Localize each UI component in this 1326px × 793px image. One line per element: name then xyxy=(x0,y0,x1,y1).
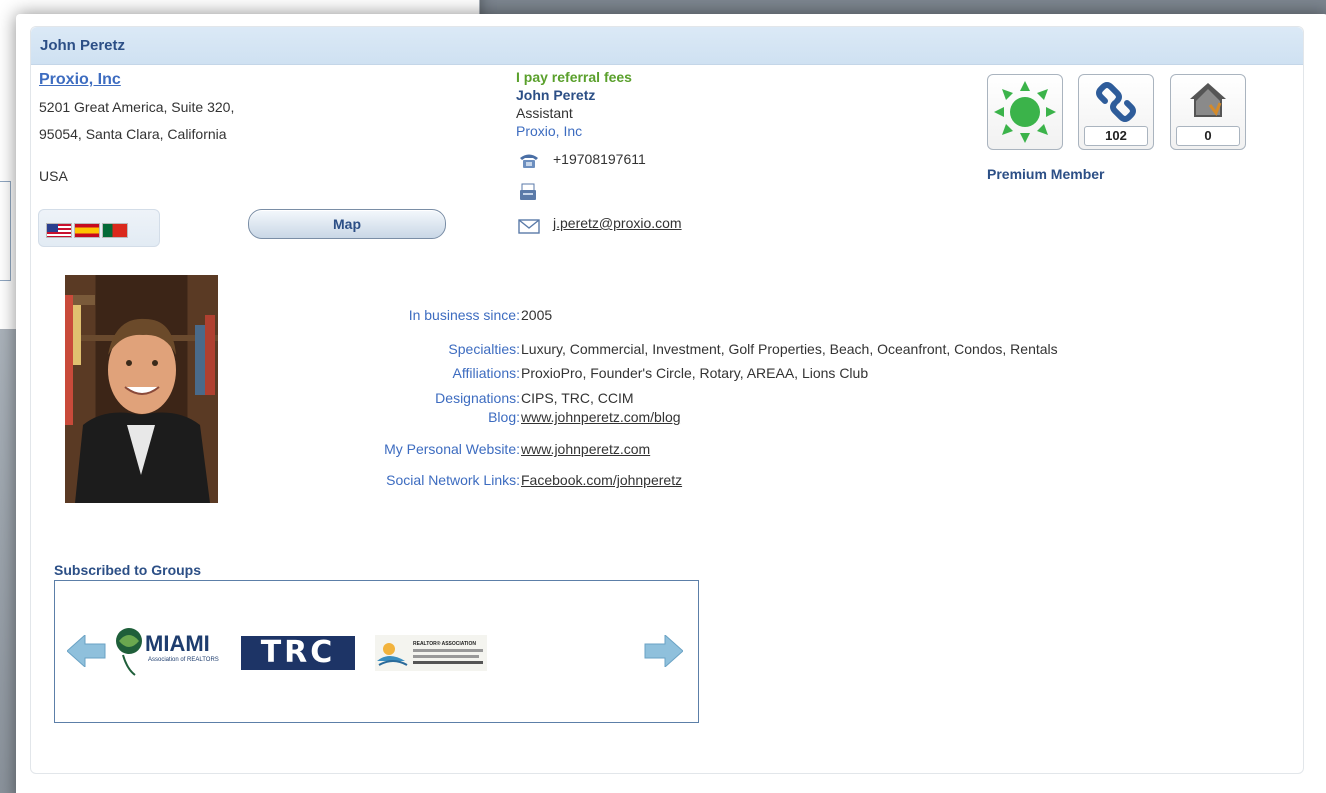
portugal-flag-icon[interactable] xyxy=(102,223,128,238)
address-line-2: 95054, Santa Clara, California xyxy=(39,126,227,142)
connections-count: 102 xyxy=(1084,126,1148,146)
phone-icon xyxy=(520,154,538,168)
profile-photo xyxy=(65,275,218,503)
groups-title: Subscribed to Groups xyxy=(54,562,202,578)
country: USA xyxy=(39,168,68,184)
detail-label-affiliations: Affiliations: xyxy=(452,365,520,381)
detail-value-affiliations: ProxioPro, Founder's Circle, Rotary, ARE… xyxy=(521,365,869,381)
company-link[interactable]: Proxio, Inc xyxy=(39,71,121,89)
listings-badge[interactable]: 0 xyxy=(1170,74,1246,150)
arrow-left-icon[interactable] xyxy=(67,635,107,667)
connections-badge[interactable]: 102 xyxy=(1078,74,1154,150)
contact-role: Assistant xyxy=(516,105,573,121)
address-line-1: 5201 Great America, Suite 320, xyxy=(39,99,235,115)
sun-badge[interactable] xyxy=(987,74,1063,150)
detail-label-designations: Designations: xyxy=(435,390,520,406)
profile-title: John Peretz xyxy=(40,37,126,54)
background-panel xyxy=(0,181,11,281)
email-link[interactable]: j.peretz@proxio.com xyxy=(553,215,682,231)
groups-carousel: MIAMI Association of REALTORS TRC REALTO… xyxy=(54,580,699,723)
detail-label-specialties: Specialties: xyxy=(448,341,520,357)
referral-status: I pay referral fees xyxy=(516,69,632,85)
contact-company: Proxio, Inc xyxy=(516,123,583,139)
blog-link[interactable]: www.johnperetz.com/blog xyxy=(521,409,681,425)
realtor-association-logo: REALTOR® ASSOCIATION xyxy=(377,640,483,666)
website-link[interactable]: www.johnperetz.com xyxy=(521,441,650,457)
detail-value-designations: CIPS, TRC, CCIM xyxy=(521,390,634,406)
fax-icon xyxy=(520,183,536,200)
detail-value-specialties: Luxury, Commercial, Investment, Golf Pro… xyxy=(521,341,1058,357)
membership-status: Premium Member xyxy=(987,166,1105,182)
miami-logo-text: MIAMI xyxy=(145,631,210,656)
map-button[interactable]: Map xyxy=(248,209,446,239)
detail-value-in-business: 2005 xyxy=(521,307,553,323)
group-logo-trc[interactable]: TRC xyxy=(241,636,355,670)
contact-name: John Peretz xyxy=(516,87,596,103)
detail-label-social: Social Network Links: xyxy=(386,472,520,488)
phone-number: +19708197611 xyxy=(553,151,646,167)
realtor-logo-text: REALTOR® ASSOCIATION xyxy=(413,640,476,647)
group-logo-realtor-association[interactable]: REALTOR® ASSOCIATION xyxy=(375,635,487,671)
miami-logo-subtext: Association of REALTORS xyxy=(148,657,219,663)
arrow-right-icon[interactable] xyxy=(643,635,683,667)
language-flags xyxy=(38,209,160,247)
detail-label-website: My Personal Website: xyxy=(384,441,520,457)
detail-label-in-business: In business since: xyxy=(408,307,520,323)
group-logo-miami[interactable]: MIAMI Association of REALTORS xyxy=(113,625,225,677)
listings-count: 0 xyxy=(1176,126,1240,146)
profile-panel: John Peretz Proxio, Inc 5201 Great Ameri… xyxy=(30,26,1304,774)
house-icon xyxy=(1190,83,1226,117)
social-link[interactable]: Facebook.com/johnperetz xyxy=(521,472,682,488)
profile-card: John Peretz Proxio, Inc 5201 Great Ameri… xyxy=(16,14,1326,793)
miami-logo: MIAMI Association of REALTORS xyxy=(116,628,219,676)
profile-header: John Peretz xyxy=(31,27,1303,65)
profile-photo-image xyxy=(65,295,218,503)
detail-label-blog: Blog: xyxy=(488,409,520,425)
email-icon xyxy=(518,219,540,234)
sun-icon xyxy=(994,81,1056,143)
link-icon xyxy=(1096,82,1136,122)
spain-flag-icon[interactable] xyxy=(74,223,100,238)
us-flag-icon[interactable] xyxy=(46,223,72,238)
